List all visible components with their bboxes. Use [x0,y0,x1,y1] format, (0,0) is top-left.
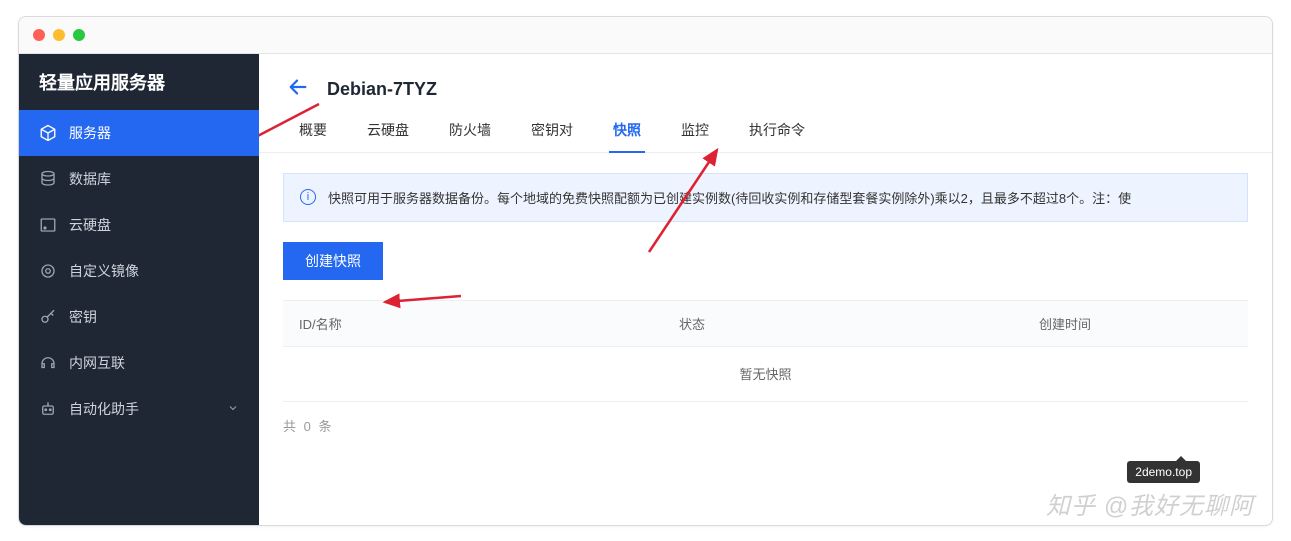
traffic-zoom-icon[interactable] [73,29,85,41]
link-tooltip: 2demo.top [1127,461,1200,483]
chevron-down-icon [227,401,239,417]
tab[interactable]: 执行命令 [749,109,805,152]
target-icon [39,262,57,280]
info-banner: i 快照可用于服务器数据备份。每个地域的免费快照配额为已创建实例数(待回收实例和… [283,173,1248,222]
sidebar-item[interactable]: 密钥 [19,294,259,340]
sidebar-item-label: 内网互联 [69,353,125,373]
table-empty-row: 暂无快照 [283,347,1248,401]
disk-icon [39,216,57,234]
tab[interactable]: 密钥对 [531,109,573,152]
page-title: Debian-7TYZ [327,79,437,100]
snapshot-table: ID/名称 状态 创建时间 暂无快照 [283,300,1248,402]
sidebar-item-label: 云硬盘 [69,215,111,235]
sidebar-item[interactable]: 数据库 [19,156,259,202]
robot-icon [39,400,57,418]
tab[interactable]: 概要 [299,109,327,152]
sidebar-item-label: 服务器 [69,123,111,143]
tab[interactable]: 监控 [681,109,709,152]
traffic-close-icon[interactable] [33,29,45,41]
sidebar-item-label: 数据库 [69,169,111,189]
sidebar-item-label: 自定义镜像 [69,261,139,281]
empty-text: 暂无快照 [739,364,791,383]
info-icon: i [300,189,316,205]
tab[interactable]: 云硬盘 [367,109,409,152]
tab[interactable]: 防火墙 [449,109,491,152]
window-titlebar [19,17,1272,54]
arrow-left-icon [287,76,309,98]
sidebar-item[interactable]: 自动化助手 [19,386,259,432]
sidebar-item[interactable]: 云硬盘 [19,202,259,248]
database-icon [39,170,57,188]
back-button[interactable] [287,76,309,103]
key-icon [39,308,57,326]
traffic-minimize-icon[interactable] [53,29,65,41]
tab[interactable]: 快照 [613,109,641,152]
cube-icon [39,124,57,142]
headset-icon [39,354,57,372]
pager: 共 0 条 [283,416,1248,435]
sidebar: 轻量应用服务器 服务器数据库云硬盘自定义镜像密钥内网互联自动化助手 [19,54,259,525]
create-snapshot-button[interactable]: 创建快照 [283,242,383,280]
sidebar-item[interactable]: 内网互联 [19,340,259,386]
sidebar-item[interactable]: 自定义镜像 [19,248,259,294]
sidebar-item-label: 自动化助手 [69,399,139,419]
main-panel: Debian-7TYZ 概要云硬盘防火墙密钥对快照监控执行命令 i 快照可用于服… [259,54,1272,525]
watermark: 知乎 @我好无聊阿 [1046,486,1254,521]
sidebar-item-label: 密钥 [69,307,97,327]
sidebar-item[interactable]: 服务器 [19,110,259,156]
column-id: ID/名称 [299,314,679,333]
brand-title: 轻量应用服务器 [19,54,259,110]
column-status: 状态 [679,314,1039,333]
column-time: 创建时间 [1039,314,1232,333]
info-text: 快照可用于服务器数据备份。每个地域的免费快照配额为已创建实例数(待回收实例和存储… [328,188,1131,207]
tabs: 概要云硬盘防火墙密钥对快照监控执行命令 [259,109,1272,153]
